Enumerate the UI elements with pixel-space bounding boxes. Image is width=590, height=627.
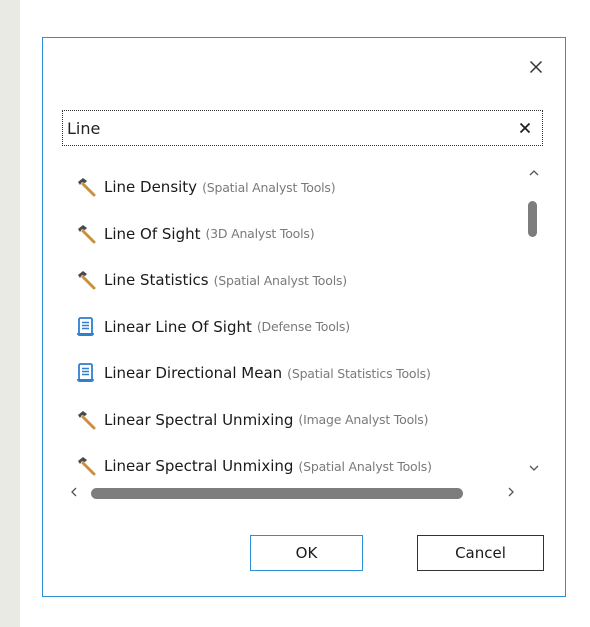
hammer-icon	[75, 223, 97, 245]
tool-name: Linear Directional Mean	[104, 364, 283, 382]
list-item[interactable]: Linear Spectral Unmixing (Image Analyst T…	[62, 400, 523, 440]
toolbox-name: (Spatial Analyst Tools)	[298, 458, 432, 474]
vertical-scrollbar[interactable]	[523, 161, 544, 481]
hammer-icon	[75, 176, 97, 198]
close-button[interactable]	[522, 53, 550, 81]
vertical-scroll-thumb[interactable]	[528, 201, 537, 237]
results-viewport: Line Density (Spatial Analyst Tools) Line …	[62, 161, 523, 481]
scroll-down-button[interactable]	[523, 459, 544, 477]
ok-button[interactable]: OK	[250, 535, 363, 571]
scroll-left-button[interactable]	[64, 483, 82, 501]
toolbox-name: (3D Analyst Tools)	[205, 226, 315, 241]
chevron-up-icon	[529, 169, 538, 175]
tool-name: Linear Spectral Unmixing	[104, 410, 294, 429]
script-icon	[75, 316, 97, 338]
horizontal-scroll-thumb[interactable]	[91, 488, 463, 499]
hammer-icon	[75, 409, 97, 431]
toolbox-name: (Defense Tools)	[256, 319, 350, 334]
tool-name: Line Density	[104, 178, 198, 196]
list-item[interactable]: Line Statistics (Spatial Analyst Tools)	[62, 260, 523, 300]
hammer-icon	[75, 455, 97, 477]
scroll-right-button[interactable]	[502, 483, 520, 501]
tool-name: Line Of Sight	[104, 224, 201, 243]
close-icon	[529, 60, 543, 74]
tool-name: Linear Spectral Unmixing	[104, 457, 294, 475]
cancel-button[interactable]: Cancel	[417, 535, 544, 571]
tool-search-dialog: Line Density(Spatial Analyst Tools)Line …	[42, 37, 566, 597]
chevron-right-icon	[508, 487, 514, 497]
hammer-icon	[75, 269, 97, 291]
list-item[interactable]: Linear Directional Mean (Spatial Statisti…	[62, 353, 523, 393]
toolbox-name: (Spatial Analyst Tools)	[202, 179, 336, 195]
list-item[interactable]: Line Of Sight (3D Analyst Tools)	[62, 214, 523, 254]
chevron-down-icon	[529, 465, 538, 471]
horizontal-scrollbar[interactable]	[62, 481, 544, 503]
clear-search-button[interactable]	[514, 117, 536, 139]
chevron-left-icon	[70, 487, 76, 497]
tool-name: Linear Line Of Sight	[104, 317, 252, 336]
toolbox-name: (Spatial Analyst Tools)	[213, 272, 348, 288]
toolbox-name: (Spatial Statistics Tools)	[287, 365, 431, 381]
clear-icon	[519, 122, 531, 134]
scroll-up-button[interactable]	[523, 163, 544, 181]
list-item[interactable]: Linear Line Of Sight (Defense Tools)	[62, 307, 523, 347]
results-list: Line Density (Spatial Analyst Tools) Line …	[62, 161, 544, 503]
search-box	[62, 110, 543, 146]
search-input[interactable]	[67, 111, 497, 145]
list-item[interactable]: Line Density (Spatial Analyst Tools)	[62, 167, 523, 207]
list-item[interactable]: Linear Spectral Unmixing (Spatial Analyst…	[62, 446, 523, 481]
toolbox-name: (Image Analyst Tools)	[298, 412, 429, 427]
tool-name: Line Statistics	[104, 271, 209, 289]
script-icon	[75, 362, 97, 384]
